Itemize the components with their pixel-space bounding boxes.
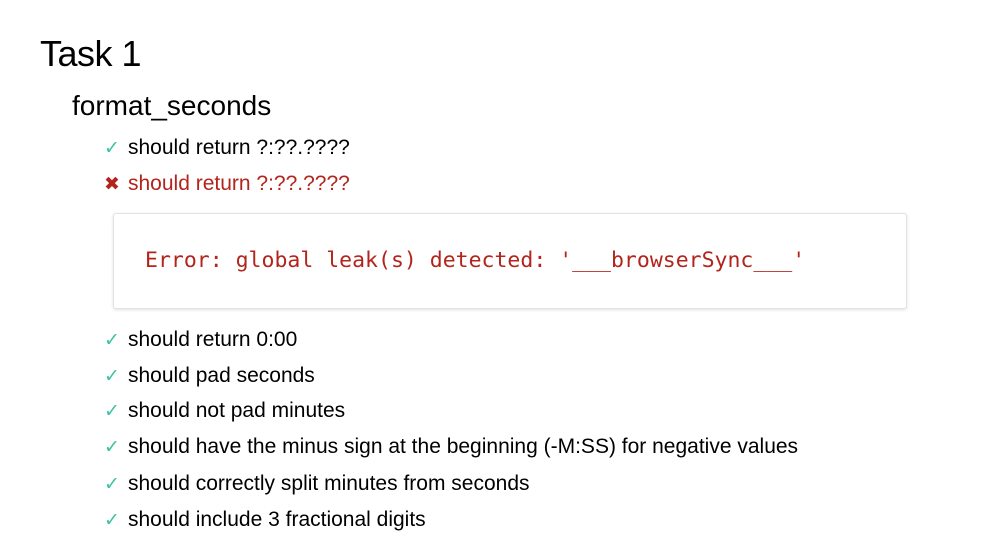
suite-title[interactable]: Task 1 xyxy=(40,32,142,76)
test-item-failed[interactable]: ✖ should return ?:??.???? xyxy=(104,170,350,198)
subsuite-title[interactable]: format_seconds xyxy=(72,88,271,124)
test-label: should return ?:??.???? xyxy=(128,172,350,195)
test-label: should include 3 fractional digits xyxy=(128,508,426,531)
check-icon: ✓ xyxy=(104,401,120,422)
check-icon: ✓ xyxy=(104,437,120,458)
test-label: should not pad minutes xyxy=(128,399,346,422)
cross-icon: ✖ xyxy=(104,174,120,195)
test-item[interactable]: ✓ should have the minus sign at the begin… xyxy=(104,433,798,461)
error-message: Error: global leak(s) detected: '___brow… xyxy=(145,248,806,273)
error-box: Error: global leak(s) detected: '___brow… xyxy=(113,213,907,309)
check-icon: ✓ xyxy=(104,474,120,495)
check-icon: ✓ xyxy=(104,510,120,531)
test-item[interactable]: ✓ should return 0:00 xyxy=(104,326,297,354)
test-label: should pad seconds xyxy=(128,364,315,387)
test-label: should return ?:??.???? xyxy=(128,136,350,159)
test-item[interactable]: ✓ should correctly split minutes from sec… xyxy=(104,470,530,498)
test-label: should correctly split minutes from seco… xyxy=(128,472,530,495)
test-item[interactable]: ✓ should include 3 fractional digits xyxy=(104,506,426,534)
test-label: should return 0:00 xyxy=(128,328,298,351)
test-label: should have the minus sign at the beginn… xyxy=(128,435,799,458)
check-icon: ✓ xyxy=(104,138,120,159)
test-item[interactable]: ✓ should not pad minutes xyxy=(104,397,345,425)
test-item[interactable]: ✓ should return ?:??.???? xyxy=(104,134,350,162)
check-icon: ✓ xyxy=(104,366,120,387)
check-icon: ✓ xyxy=(104,330,120,351)
test-item[interactable]: ✓ should pad seconds xyxy=(104,362,315,390)
